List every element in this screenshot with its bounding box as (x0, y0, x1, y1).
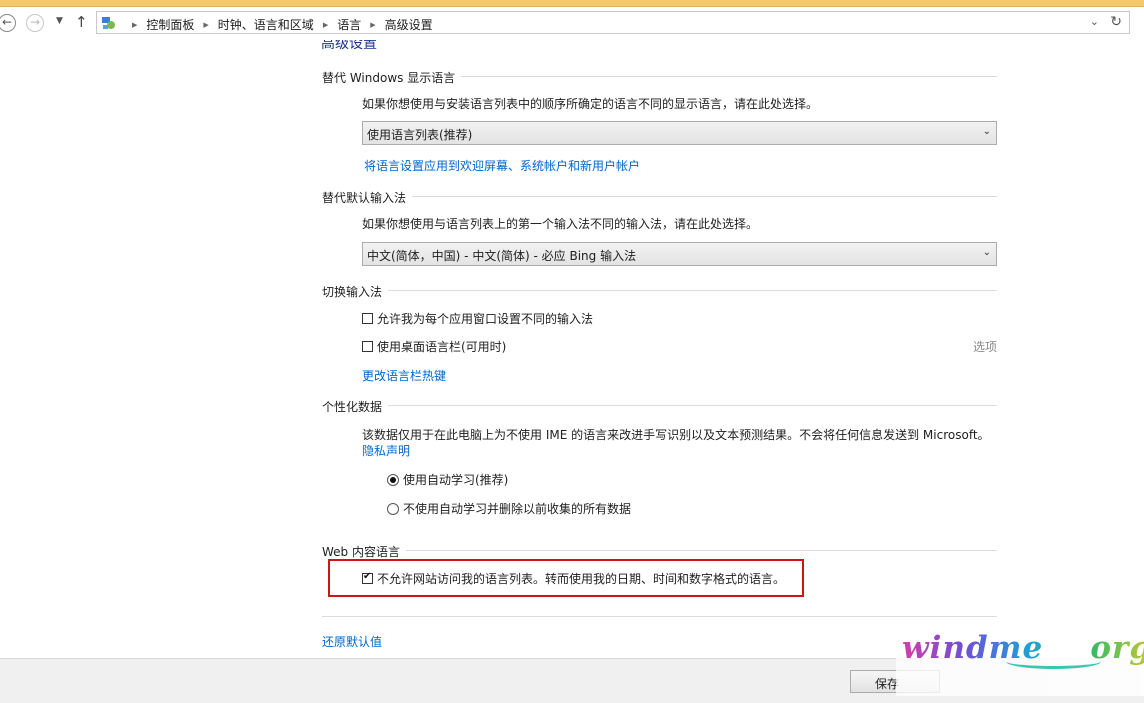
display-language-select[interactable]: 使用语言列表(推荐) ⌄ (362, 121, 997, 145)
section-title: Web 内容语言 (322, 543, 406, 560)
select-value: 使用语言列表(推荐) (367, 128, 473, 142)
section-display-language: 替代 Windows 显示语言 (322, 69, 997, 86)
breadcrumb-item[interactable]: 时钟、语言和区域 (218, 16, 314, 33)
chevron-right-icon: ▶ (132, 20, 138, 29)
chevron-right-icon: ▶ (203, 20, 209, 29)
no-auto-learning-radio[interactable]: 不使用自动学习并删除以前收集的所有数据 (387, 500, 631, 517)
control-panel-icon (102, 17, 115, 29)
block-website-language-checkbox[interactable]: 不允许网站访问我的语言列表。转而使用我的日期、时间和数字格式的语言。 (362, 570, 785, 587)
section-title: 个性化数据 (322, 398, 389, 415)
personalization-description: 该数据仅用于在此电脑上为不使用 IME 的语言来改进手写识别以及文本预测结果。不… (362, 428, 990, 442)
checkbox-box[interactable] (362, 341, 373, 352)
section-title: 切换输入法 (322, 283, 389, 300)
checkbox-label: 不允许网站访问我的语言列表。转而使用我的日期、时间和数字格式的语言。 (377, 572, 786, 586)
per-app-input-checkbox[interactable]: 允许我为每个应用窗口设置不同的输入法 (362, 310, 593, 327)
chevron-right-icon: ▶ (370, 20, 376, 29)
checkbox-box[interactable] (362, 313, 373, 324)
recent-locations-dropdown-icon[interactable]: ▼ (56, 16, 63, 26)
input-method-select[interactable]: 中文(简体，中国) - 中文(简体) - 必应 Bing 输入法 ⌄ (362, 242, 997, 266)
title-bar (0, 0, 1144, 7)
chevron-down-icon[interactable]: ⌄ (1090, 15, 1099, 28)
up-arrow-icon[interactable]: ↑ (75, 13, 88, 31)
divider (322, 616, 997, 617)
breadcrumb: ▶ 控制面板 ▶ 时钟、语言和区域 ▶ 语言 ▶ 高级设置 (123, 16, 433, 33)
divider (322, 550, 997, 551)
breadcrumb-item[interactable]: 控制面板 (146, 16, 194, 33)
back-arrow-icon[interactable]: ← (0, 14, 16, 32)
refresh-icon[interactable]: ↻ (1110, 14, 1122, 30)
radio-label: 不使用自动学习并删除以前收集的所有数据 (403, 502, 632, 516)
settings-content: 高级设置 替代 Windows 显示语言 如果你想使用与安装语言列表中的顺序所确… (0, 40, 1144, 658)
change-hotkeys-link[interactable]: 更改语言栏热键 (362, 367, 446, 384)
radio-button[interactable] (387, 502, 399, 515)
privacy-statement-link[interactable]: 隐私声明 (362, 442, 410, 459)
chevron-down-icon: ⌄ (982, 126, 991, 137)
display-language-description: 如果你想使用与安装语言列表中的顺序所确定的语言不同的显示语言，请在此处选择。 (362, 97, 819, 111)
address-bar[interactable]: ▶ 控制面板 ▶ 时钟、语言和区域 ▶ 语言 ▶ 高级设置 ⌄ ↻ (96, 11, 1130, 34)
divider (322, 290, 997, 291)
divider (322, 405, 997, 406)
desktop-language-bar-checkbox[interactable]: 使用桌面语言栏(可用时) (362, 338, 506, 355)
select-value: 中文(简体，中国) - 中文(简体) - 必应 Bing 输入法 (367, 249, 637, 263)
watermark: windme org (896, 624, 1144, 696)
breadcrumb-item[interactable]: 语言 (337, 16, 361, 33)
breadcrumb-item[interactable]: 高级设置 (385, 16, 433, 33)
divider (322, 196, 997, 197)
chevron-down-icon: ⌄ (982, 247, 991, 258)
auto-learning-radio[interactable]: 使用自动学习(推荐) (387, 471, 508, 488)
section-web-language: Web 内容语言 (322, 543, 997, 560)
checkbox-label: 使用桌面语言栏(可用时) (377, 340, 507, 354)
radio-button[interactable] (387, 473, 399, 486)
checkbox-label: 允许我为每个应用窗口设置不同的输入法 (377, 312, 594, 326)
options-link[interactable]: 选项 (973, 338, 997, 355)
forward-arrow-icon[interactable]: → (26, 14, 44, 32)
input-method-description: 如果你想使用与语言列表上的第一个输入法不同的输入法，请在此处选择。 (362, 217, 759, 231)
apply-welcome-screen-link[interactable]: 将语言设置应用到欢迎屏幕、系统帐户和新用户帐户 (364, 157, 640, 174)
section-title: 替代 Windows 显示语言 (322, 69, 462, 86)
section-switch-input: 切换输入法 (322, 283, 997, 300)
section-title: 替代默认输入法 (322, 189, 413, 206)
chevron-right-icon: ▶ (322, 20, 329, 29)
page-title: 高级设置 (321, 40, 377, 52)
radio-label: 使用自动学习(推荐) (403, 473, 509, 487)
navigation-bar: ← → ▼ ↑ ▶ 控制面板 ▶ 时钟、语言和区域 ▶ 语言 ▶ 高级设置 ⌄ … (0, 7, 1144, 39)
watermark-swoosh (1006, 654, 1101, 669)
section-personalization: 个性化数据 (322, 398, 997, 415)
restore-defaults-link[interactable]: 还原默认值 (322, 633, 382, 650)
section-input-method: 替代默认输入法 (322, 189, 997, 206)
checkbox-box[interactable] (362, 571, 373, 584)
